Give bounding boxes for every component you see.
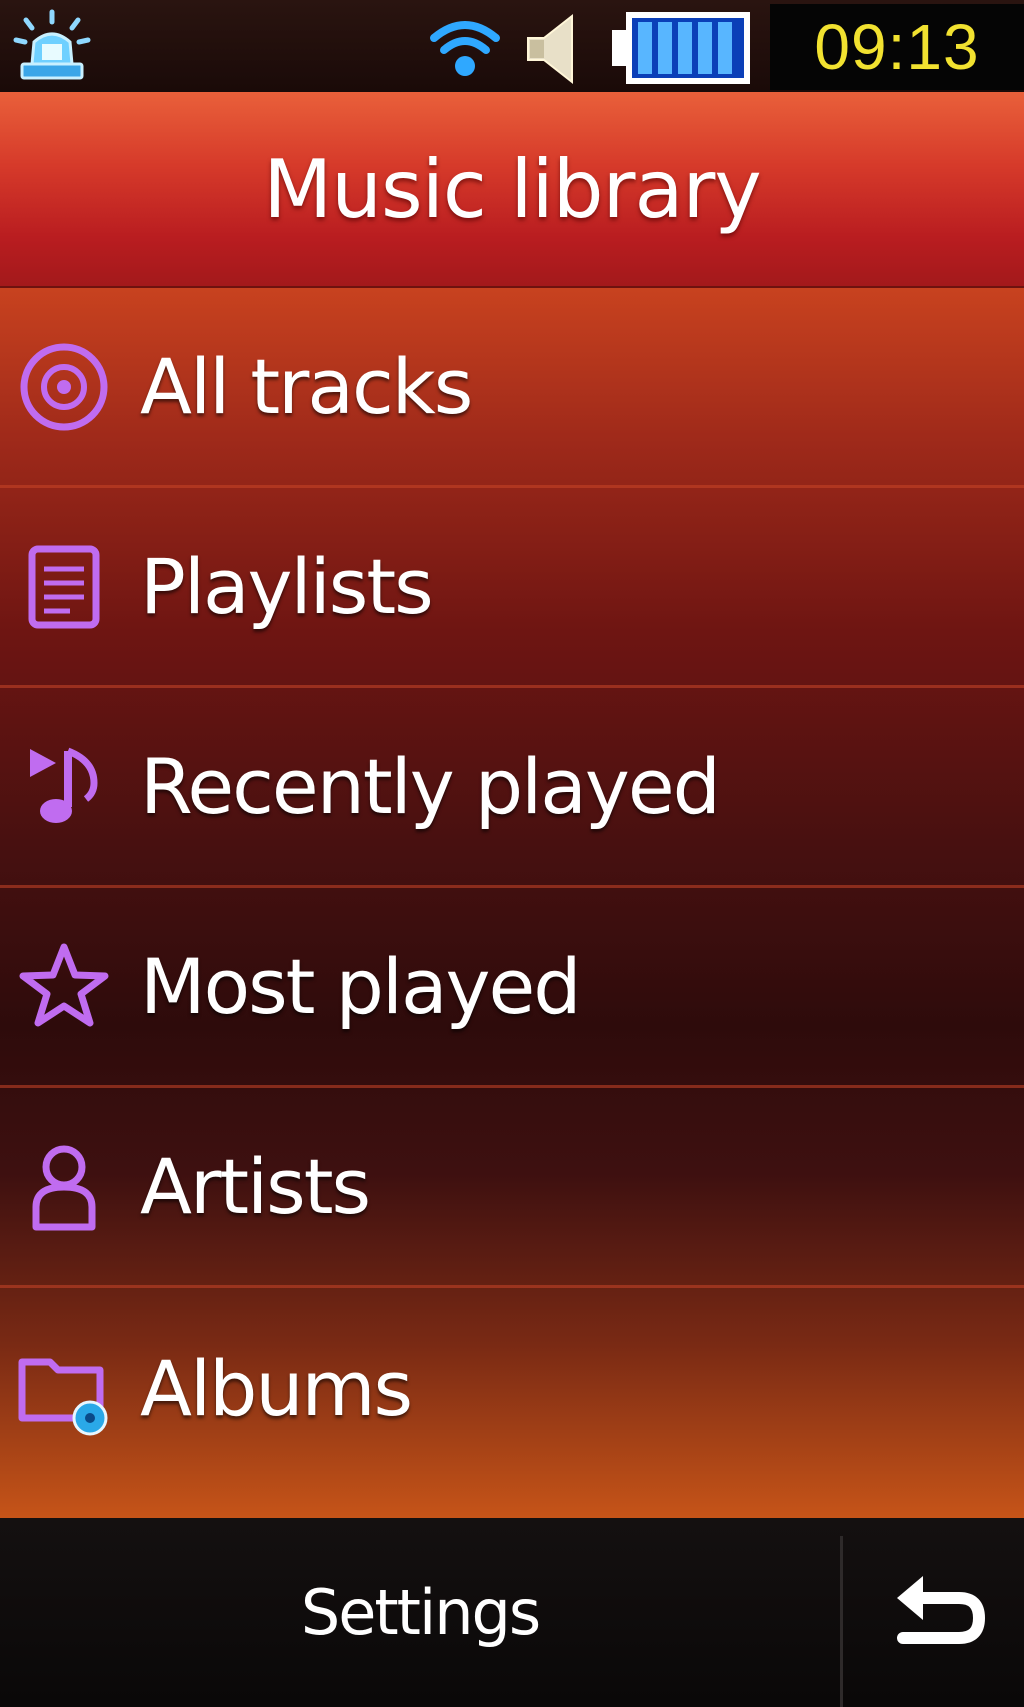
- album-folder-icon: [18, 1358, 108, 1436]
- menu-item-label: Artists: [140, 1142, 371, 1231]
- status-clock: 09:13: [770, 4, 1024, 90]
- phone-screen: 09:13 Music library All tracks Playlists…: [0, 0, 1024, 1707]
- menu-item-label: All tracks: [140, 342, 473, 431]
- back-arrow-icon: [897, 1576, 985, 1644]
- bottom-softkey-bar: Settings: [0, 1518, 1024, 1707]
- person-icon: [32, 1145, 96, 1230]
- menu-item-recently-played[interactable]: Recently played: [0, 688, 1024, 888]
- music-library-menu: All tracks Playlists Recently played Mos…: [0, 288, 1024, 1518]
- menu-item-label: Recently played: [140, 742, 721, 831]
- alert-siren-icon: [13, 9, 91, 80]
- star-icon: [19, 943, 109, 1026]
- menu-item-label: Most played: [140, 942, 582, 1031]
- speaker-icon: [527, 13, 573, 85]
- page-title: Music library: [263, 142, 761, 236]
- wifi-icon: [430, 21, 500, 76]
- menu-item-label: Playlists: [140, 542, 434, 631]
- menu-item-all-tracks[interactable]: All tracks: [0, 288, 1024, 488]
- battery-icon: [612, 12, 750, 84]
- recent-music-note-icon: [30, 747, 98, 823]
- menu-item-albums[interactable]: Albums: [0, 1288, 1024, 1488]
- status-bar: 09:13: [0, 0, 1024, 92]
- menu-item-most-played[interactable]: Most played: [0, 888, 1024, 1088]
- menu-item-playlists[interactable]: Playlists: [0, 488, 1024, 688]
- menu-item-artists[interactable]: Artists: [0, 1088, 1024, 1288]
- menu-item-label: Albums: [140, 1343, 413, 1433]
- disc-icon: [20, 343, 108, 430]
- title-bar: Music library: [0, 92, 1024, 288]
- settings-button[interactable]: Settings: [0, 1518, 840, 1707]
- back-button[interactable]: [843, 1518, 1024, 1707]
- playlist-icon: [28, 545, 100, 628]
